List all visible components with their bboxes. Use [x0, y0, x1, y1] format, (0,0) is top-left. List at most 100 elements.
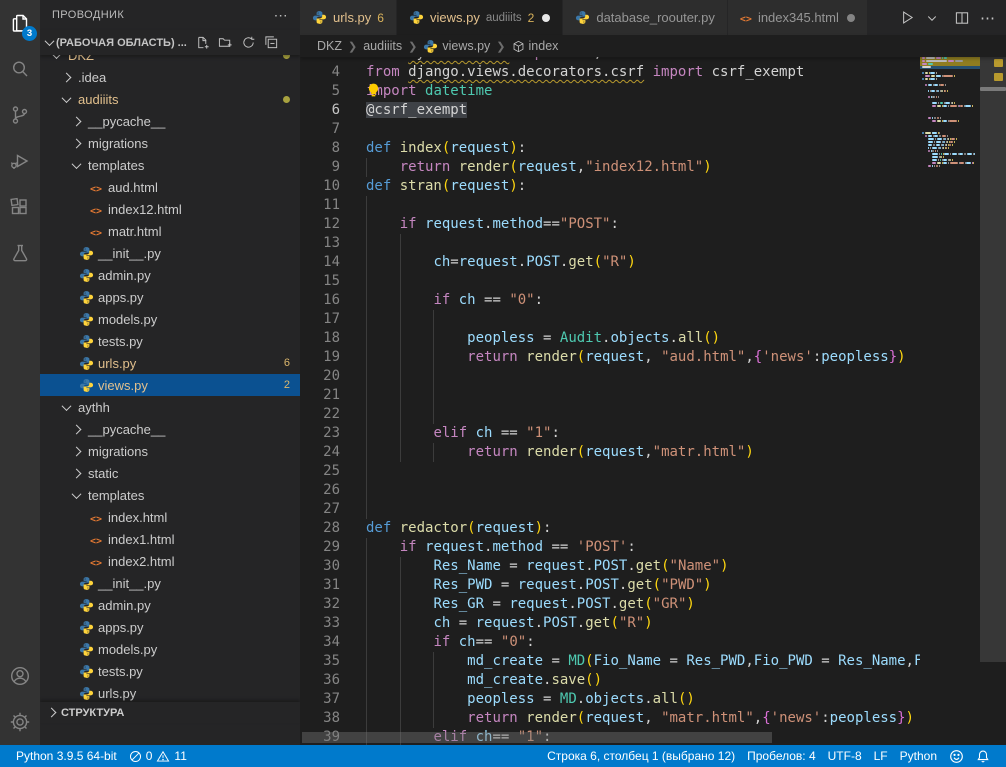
tree-item-label: __pycache__ [88, 422, 165, 437]
tree-item-tests.py[interactable]: tests.py [40, 660, 300, 682]
tree-item-matr.html[interactable]: <>matr.html [40, 220, 300, 242]
indent-guide [433, 671, 434, 690]
run-icon[interactable] [896, 6, 919, 29]
tree-item-templates[interactable]: templates [40, 484, 300, 506]
feedback-icon[interactable] [943, 749, 970, 764]
python-interpreter-status[interactable]: Python 3.9.5 64-bit [10, 749, 123, 763]
tree-item-__init__.py[interactable]: __init__.py [40, 242, 300, 264]
sidebar-item-search[interactable] [0, 46, 40, 92]
html-file-icon: <> [90, 554, 102, 569]
new-file-icon[interactable] [195, 35, 210, 50]
split-editor-icon[interactable] [951, 7, 973, 29]
more-actions-icon[interactable]: ⋯ [977, 6, 998, 30]
problems-badge: 6 [284, 357, 290, 369]
tree-item-aud.html[interactable]: <>aud.html [40, 176, 300, 198]
tree-item-.idea[interactable]: .idea [40, 66, 300, 88]
indent-guide [366, 348, 367, 367]
tree-item-apps.py[interactable]: apps.py [40, 616, 300, 638]
tree-item-tests.py[interactable]: tests.py [40, 330, 300, 352]
tree-item-index1.html[interactable]: <>index1.html [40, 528, 300, 550]
indent-guide [366, 196, 367, 215]
new-folder-icon[interactable] [218, 35, 233, 50]
breadcrumb-item-index[interactable]: index [512, 39, 559, 53]
encoding-status[interactable]: UTF-8 [822, 749, 868, 763]
tree-item-models.py[interactable]: models.py [40, 308, 300, 330]
tab-urls.py[interactable]: urls.py6 [300, 0, 397, 35]
outline-section-header[interactable]: СТРУКТУРА [40, 702, 300, 723]
code-line-14: 14 ch=request.POST.get("R") [300, 253, 920, 272]
tree-item-label: templates [88, 158, 144, 173]
chevron-right-icon [71, 424, 81, 434]
indent-guide [366, 557, 367, 576]
vertical-scrollbar-slider[interactable] [980, 57, 1006, 662]
breadcrumb: DKZ❯audiiits❯views.py❯index [300, 35, 1006, 57]
tab-database_roouter.py[interactable]: database_roouter.py [563, 0, 728, 35]
tree-item-index12.html[interactable]: <>index12.html [40, 198, 300, 220]
workspace-section-header[interactable]: (РАБОЧАЯ ОБЛАСТЬ) ... [40, 30, 300, 55]
line-number: 31 [300, 576, 366, 595]
tree-item-urls.py[interactable]: urls.py [40, 682, 300, 702]
eol-status[interactable]: LF [868, 749, 894, 763]
indent-guide [400, 329, 401, 348]
editor-actions: ⋯ [888, 0, 1006, 35]
breadcrumb-item-audiiits[interactable]: audiiits [363, 39, 402, 53]
line-number: 8 [300, 139, 366, 158]
symbol-namespace-icon [512, 40, 525, 53]
tree-item-index2.html[interactable]: <>index2.html [40, 550, 300, 572]
tree-item-admin.py[interactable]: admin.py [40, 264, 300, 286]
code-line-32: 32 Res_GR = request.POST.get("GR") [300, 595, 920, 614]
code-line-29: 29 if request.method == 'POST': [300, 538, 920, 557]
tree-item-audiiits[interactable]: audiiits [40, 88, 300, 110]
tree-item-models.py[interactable]: models.py [40, 638, 300, 660]
tree-item-migrations[interactable]: migrations [40, 132, 300, 154]
horizontal-scrollbar-slider[interactable] [302, 732, 772, 743]
tree-item-templates[interactable]: templates [40, 154, 300, 176]
cursor-position-status[interactable]: Строка 6, столбец 1 (выбрано 12) [541, 749, 741, 763]
tree-item-views.py[interactable]: views.py2 [40, 374, 300, 396]
tree-item-index.html[interactable]: <>index.html [40, 506, 300, 528]
line-number: 14 [300, 253, 366, 272]
sidebar-item-explorer[interactable]: 3 [0, 0, 40, 46]
minimap[interactable] [920, 57, 980, 745]
sidebar-item-testing[interactable] [0, 230, 40, 276]
tree-item-aythh[interactable]: aythh [40, 396, 300, 418]
indentation-status[interactable]: Пробелов: 4 [741, 749, 822, 763]
tree-item-label: .idea [78, 70, 106, 85]
tree-item-DKZ[interactable]: DKZ [40, 55, 300, 66]
sidebar-item-extensions[interactable] [0, 184, 40, 230]
problems-status[interactable]: 0 11 [123, 749, 193, 763]
line-number: 16 [300, 291, 366, 310]
code-editor[interactable]: 3from aythh.models import MD,Audit4from … [300, 57, 1006, 745]
notifications-bell-icon[interactable] [970, 749, 996, 764]
sidebar-item-source-control[interactable] [0, 92, 40, 138]
tree-item-admin.py[interactable]: admin.py [40, 594, 300, 616]
tree-item-static[interactable]: static [40, 462, 300, 484]
tree-item-migrations[interactable]: migrations [40, 440, 300, 462]
breadcrumb-item-DKZ[interactable]: DKZ [317, 39, 342, 53]
overview-warning-mark [994, 73, 1003, 81]
code-line-10: 10def stran(request): [300, 177, 920, 196]
tree-item-__pycache__[interactable]: __pycache__ [40, 110, 300, 132]
breadcrumb-item-views.py[interactable]: views.py [423, 39, 490, 54]
tree-item-urls.py[interactable]: urls.py6 [40, 352, 300, 374]
language-mode-status[interactable]: Python [894, 749, 943, 763]
tab-views.py[interactable]: views.pyaudiiits2 [397, 0, 563, 35]
indent-guide [400, 576, 401, 595]
tree-item-apps.py[interactable]: apps.py [40, 286, 300, 308]
tree-item-__init__.py[interactable]: __init__.py [40, 572, 300, 594]
indent-guide [433, 405, 434, 424]
collapse-all-icon[interactable] [264, 35, 279, 50]
python-file-icon [79, 620, 94, 635]
sidebar-item-run-debug[interactable] [0, 138, 40, 184]
tab-index345.html[interactable]: <>index345.html [728, 0, 868, 35]
settings-button[interactable] [0, 699, 40, 745]
vertical-scrollbar[interactable] [980, 57, 1006, 745]
refresh-icon[interactable] [241, 35, 256, 50]
lightbulb-icon[interactable] [366, 82, 381, 99]
chevron-down-icon[interactable] [923, 9, 941, 27]
account-button[interactable] [0, 653, 40, 699]
tree-item-__pycache__[interactable]: __pycache__ [40, 418, 300, 440]
line-number: 12 [300, 215, 366, 234]
code-line-12: 12 if request.method=="POST": [300, 215, 920, 234]
explorer-more-actions-icon[interactable]: ⋯ [274, 7, 288, 24]
